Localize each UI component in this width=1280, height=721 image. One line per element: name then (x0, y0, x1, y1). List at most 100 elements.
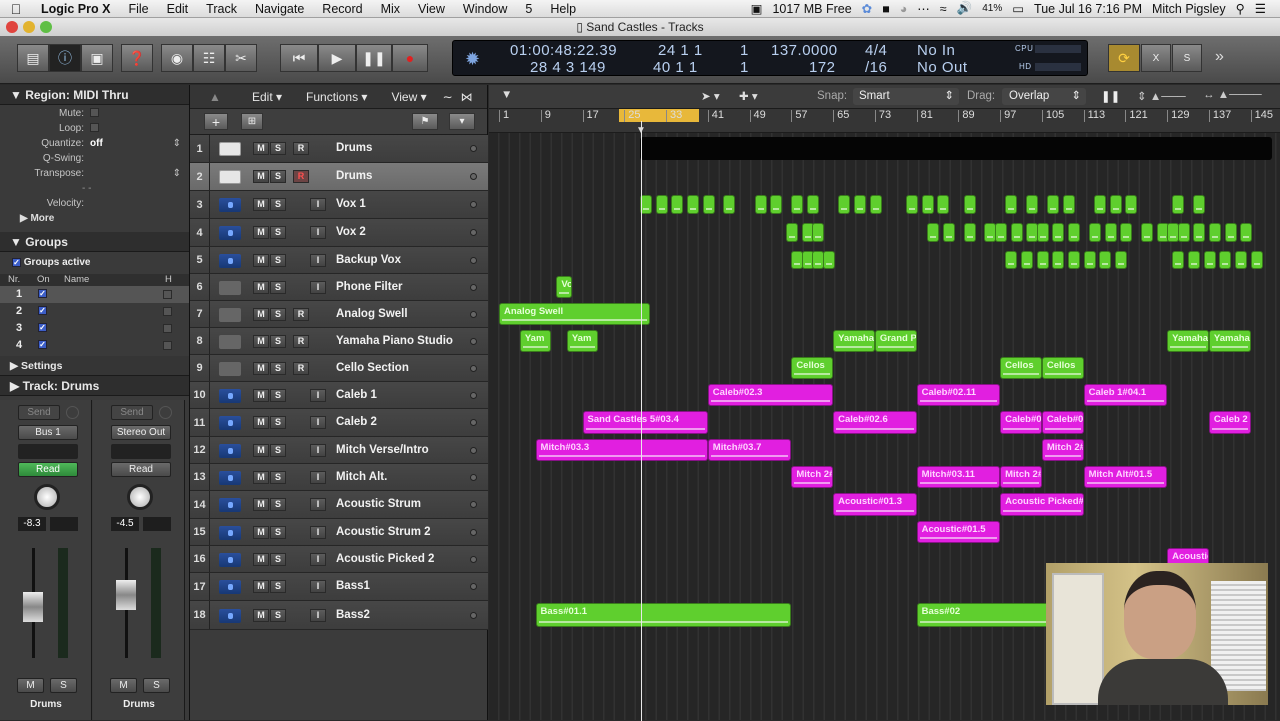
vocal-comp-region[interactable] (1036, 223, 1049, 242)
vocal-comp-region[interactable] (1177, 223, 1190, 242)
mute-checkbox[interactable] (90, 108, 99, 117)
vocal-comp-region[interactable] (1120, 223, 1133, 242)
group-hide-checkbox[interactable] (163, 341, 172, 350)
track-solo-button[interactable]: S (270, 471, 286, 484)
track-solo-button[interactable]: S (270, 170, 286, 183)
track-solo-button[interactable]: S (270, 226, 286, 239)
input-monitor-button[interactable]: I (310, 416, 326, 429)
vocal-comp-region[interactable] (1104, 223, 1117, 242)
track-mute-button[interactable]: M (253, 444, 269, 457)
record-enable-button[interactable]: R (293, 362, 309, 375)
vocal-comp-region[interactable] (786, 223, 799, 242)
vocal-comp-region[interactable] (1193, 195, 1206, 214)
vocal-comp-region[interactable] (723, 195, 736, 214)
more-controls-icon[interactable]: » (1215, 48, 1224, 66)
track-header[interactable]: 6 M S I Phone Filter (190, 274, 488, 301)
smart-controls-button[interactable]: ◉ (161, 44, 193, 72)
vocal-comp-region[interactable] (822, 251, 835, 269)
vocal-comp-region[interactable] (1067, 223, 1080, 242)
track-name[interactable]: Vox 1 (336, 198, 366, 210)
track-header[interactable]: 9 M S R Cello Section (190, 355, 488, 382)
vocal-comp-region[interactable] (1203, 251, 1216, 269)
track-solo-button[interactable]: S (270, 362, 286, 375)
library-button[interactable]: ▤ (17, 44, 49, 72)
snap-select[interactable]: Smart ⇕ (853, 88, 959, 105)
mixer-button[interactable]: ☷ (193, 44, 225, 72)
add-track-button[interactable]: + (204, 113, 228, 130)
vocal-comp-region[interactable] (686, 195, 699, 214)
audio-track-icon[interactable] (219, 526, 241, 540)
vocal-comp-region[interactable] (906, 195, 919, 214)
track-name[interactable]: Mitch Verse/Intro (336, 444, 429, 456)
track-header[interactable]: 11 M S I Caleb 2 (190, 409, 488, 437)
vocal-comp-region[interactable] (1036, 251, 1049, 269)
track-solo-button[interactable]: S (270, 281, 286, 294)
waveform-zoom-icon[interactable]: ❚❚ (1101, 89, 1120, 103)
play-button[interactable]: ▶ (318, 44, 356, 72)
audio-track-icon[interactable] (219, 254, 241, 268)
track-solo-button[interactable]: S (270, 335, 286, 348)
midi-region[interactable]: Yam (519, 330, 552, 352)
lcd-settings-icon[interactable]: ✹ (465, 49, 481, 70)
vocal-comp-region[interactable] (1109, 195, 1122, 214)
vocal-comp-region[interactable] (1172, 251, 1185, 269)
track-name[interactable]: Acoustic Strum (336, 498, 421, 510)
vocal-comp-region[interactable] (1047, 195, 1060, 214)
audio-region[interactable]: Caleb#02.3 (707, 384, 834, 406)
audio-region[interactable]: Mitch 2# (1041, 439, 1084, 461)
audio-region[interactable]: Caleb 2 (1208, 411, 1251, 434)
input-monitor-button[interactable]: I (310, 471, 326, 484)
memory-status[interactable]: 1017 MB Free (772, 2, 851, 16)
track-header[interactable]: 4 M S I Vox 2 (190, 219, 488, 247)
vocal-comp-region[interactable] (791, 195, 804, 214)
spotlight-icon[interactable]: ⚲ (1236, 1, 1245, 16)
vocal-comp-region[interactable] (942, 223, 955, 242)
track-header[interactable]: 16 M S I Acoustic Picked 2 (190, 546, 488, 573)
audio-track-icon[interactable] (219, 580, 241, 594)
record-enable-button[interactable]: R (293, 142, 309, 155)
midi-region[interactable]: Cellos (1000, 357, 1042, 379)
track-name[interactable]: Vox 2 (336, 226, 366, 238)
drum-track-icon[interactable] (219, 170, 241, 184)
track-on-off-button[interactable] (470, 173, 477, 180)
group-row[interactable]: 1 ✓ (0, 286, 189, 303)
pointer-tool-icon[interactable]: ➤ ▾ (701, 89, 720, 103)
vocal-comp-region[interactable] (702, 195, 715, 214)
vocal-comp-region[interactable] (655, 195, 668, 214)
group-hide-checkbox[interactable] (163, 324, 172, 333)
quantize-select[interactable]: off (90, 138, 103, 149)
loop-checkbox[interactable] (90, 123, 99, 132)
vocal-comp-region[interactable] (1172, 195, 1185, 214)
view-menu[interactable]: View ▾ (379, 90, 438, 104)
audio-track-icon[interactable] (219, 389, 241, 403)
track-mute-button[interactable]: M (253, 308, 269, 321)
up-arrow-icon[interactable]: ▲ (190, 90, 240, 104)
track-name[interactable]: Drums (336, 142, 372, 154)
midi-region[interactable]: Yam (566, 330, 599, 352)
mute-button[interactable]: M (17, 678, 44, 693)
user-name[interactable]: Mitch Pigsley (1152, 2, 1226, 16)
menu-window[interactable]: Window (454, 2, 516, 16)
track-header[interactable]: 2 M S R Drums (190, 163, 488, 191)
group-row[interactable]: 2 ✓ (0, 303, 189, 320)
menu-app[interactable]: Logic Pro X (32, 2, 119, 16)
track-on-off-button[interactable] (470, 419, 477, 426)
lcd-display[interactable]: ✹ 01:00:48:22.39 28 4 3 149 24 1 1 1 40 … (452, 40, 1088, 76)
track-on-off-button[interactable] (470, 229, 477, 236)
track-name[interactable]: Phone Filter (336, 281, 402, 293)
audio-region[interactable]: Mitch Alt#01.5 (1083, 466, 1168, 488)
vocal-comp-region[interactable] (1240, 223, 1253, 242)
inspector-button[interactable]: ⓘ (49, 44, 81, 72)
track-header[interactable]: 18 M S I Bass2 (190, 601, 488, 630)
track-name[interactable]: Mitch Alt. (336, 471, 387, 483)
playhead-handle-icon[interactable]: ▼ (636, 125, 646, 136)
settings-disclosure[interactable]: ▶ Settings (0, 356, 189, 376)
minimize-window-button[interactable] (23, 21, 35, 33)
track-solo-button[interactable]: S (270, 609, 286, 622)
inst-track-icon[interactable] (219, 362, 241, 376)
input-monitor-button[interactable]: I (310, 498, 326, 511)
menu-help[interactable]: Help (541, 2, 585, 16)
vocal-comp-region[interactable] (1052, 251, 1065, 269)
menu-5[interactable]: 5 (516, 2, 541, 16)
audio-region[interactable]: Acoustic Picked# (1000, 493, 1084, 516)
